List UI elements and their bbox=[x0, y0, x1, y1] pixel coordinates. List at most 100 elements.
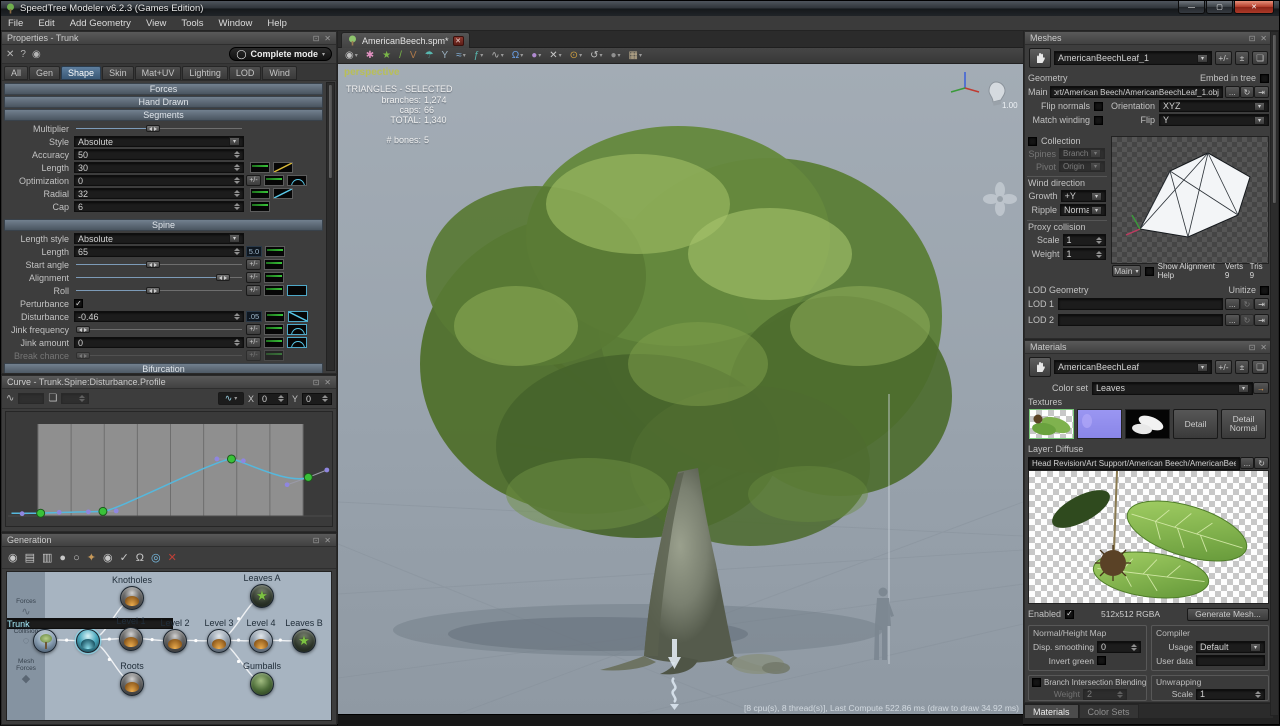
board-tool-icon[interactable]: ▦▾ bbox=[626, 49, 645, 63]
float-panel-icon[interactable]: ⊡ bbox=[313, 536, 320, 545]
document-tab[interactable]: AmericanBeech.spm* ✕ bbox=[341, 32, 470, 48]
start-angle-variance-button[interactable]: +/- bbox=[246, 259, 261, 270]
frond-tool-icon[interactable]: / bbox=[396, 49, 405, 63]
right-scrollbar[interactable] bbox=[1270, 31, 1279, 716]
length-input[interactable]: 30 bbox=[74, 162, 244, 173]
section-bifurcation[interactable]: Bifurcation bbox=[4, 363, 323, 373]
menu-file[interactable]: File bbox=[8, 18, 23, 29]
alpha-texture-thumb[interactable] bbox=[1125, 409, 1170, 439]
generate-mesh-button[interactable]: Generate Mesh... bbox=[1187, 608, 1269, 621]
gen-node-knotholes[interactable]: Knotholes bbox=[120, 586, 144, 610]
close-tab-icon[interactable]: ✕ bbox=[453, 36, 464, 46]
magnet-tool-icon[interactable]: Ω▾ bbox=[509, 49, 527, 63]
menu-add-geometry[interactable]: Add Geometry bbox=[70, 18, 131, 29]
properties-scrollbar[interactable] bbox=[326, 82, 335, 371]
mesh-preview[interactable]: Main▾ Show Alignment Help Verts 9 Tris 9 bbox=[1111, 136, 1269, 264]
generation-panel-title[interactable]: Generation ⊡ ✕ bbox=[2, 534, 336, 547]
perturbance-checkbox[interactable] bbox=[74, 299, 83, 308]
disp-smoothing-input[interactable]: 0 bbox=[1097, 641, 1141, 653]
match-winding-checkbox[interactable] bbox=[1094, 116, 1103, 125]
reload-lod2-button[interactable]: ↻ bbox=[1240, 314, 1255, 326]
pick-tool-icon[interactable]: ? bbox=[20, 49, 26, 60]
spines-select[interactable]: Branches▾ bbox=[1059, 148, 1105, 159]
pivot-select[interactable]: Origin▾ bbox=[1059, 161, 1105, 172]
select-group-alt-icon[interactable]: ▥ bbox=[42, 551, 52, 564]
maximize-button[interactable]: ▢ bbox=[1206, 1, 1233, 14]
curve-preset-select[interactable] bbox=[18, 393, 44, 404]
detail-texture-slot[interactable]: Detail bbox=[1173, 409, 1218, 439]
collection-checkbox[interactable] bbox=[1028, 137, 1037, 146]
reload-texture-button[interactable]: ↻ bbox=[1254, 457, 1269, 469]
visibility-icon[interactable]: ◉ bbox=[103, 551, 113, 564]
preview-lod-select[interactable]: Main▾ bbox=[1112, 265, 1141, 277]
jink-frequency-curve-thumb[interactable] bbox=[287, 324, 307, 335]
accuracy-input[interactable]: 50 bbox=[74, 149, 244, 160]
texture-path-field[interactable]: Head Revision/Art Support/American Beech… bbox=[1028, 457, 1240, 470]
alignment-variance-button[interactable]: +/- bbox=[246, 272, 261, 283]
roll-curve-thumb[interactable] bbox=[287, 285, 307, 296]
node-sparkle-icon[interactable]: ✱ bbox=[363, 49, 377, 63]
prop-tool-icon[interactable]: Y bbox=[439, 49, 452, 63]
curve-editor-canvas[interactable] bbox=[5, 411, 333, 527]
select-group-icon[interactable]: ▤ bbox=[25, 551, 35, 564]
sphere-view-icon[interactable]: ● bbox=[59, 552, 66, 564]
flip-normals-checkbox[interactable] bbox=[1094, 102, 1103, 111]
curve-index-input[interactable] bbox=[61, 393, 89, 404]
tab-mat-uv[interactable]: Mat+UV bbox=[135, 66, 182, 80]
menu-tools[interactable]: Tools bbox=[181, 18, 203, 29]
detail-normal-texture-slot[interactable]: Detail Normal bbox=[1221, 409, 1266, 439]
disturbance-input[interactable]: -0.46 bbox=[74, 311, 244, 322]
alignment-help-checkbox[interactable] bbox=[1145, 267, 1154, 276]
unitize-checkbox[interactable] bbox=[1260, 286, 1269, 295]
jink-amount-variance-button[interactable]: +/- bbox=[246, 337, 261, 348]
properties-panel-title[interactable]: Properties - Trunk ⊡ ✕ bbox=[2, 32, 336, 45]
lasso-select-icon[interactable]: ○ bbox=[73, 552, 80, 564]
gen-node-leaves-a[interactable]: Leaves A bbox=[250, 584, 274, 608]
umbrella-tool-icon[interactable]: ☂ bbox=[422, 49, 437, 63]
side-mesh-forces[interactable]: Mesh Forces◆ bbox=[8, 658, 44, 685]
gen-node-tree[interactable]: Tree bbox=[33, 629, 57, 653]
radial-input[interactable]: 32 bbox=[74, 188, 244, 199]
start-angle-gradient-thumb[interactable] bbox=[264, 259, 284, 270]
select-mode-icon[interactable]: ◉▾ bbox=[342, 49, 361, 63]
embed-checkbox[interactable] bbox=[1260, 74, 1269, 83]
curve-panel-title[interactable]: Curve - Trunk.Spine:Disturbance.Profile … bbox=[2, 376, 336, 389]
mesh-copy-button[interactable]: ❏ bbox=[1252, 51, 1268, 65]
tab-shape[interactable]: Shape bbox=[61, 66, 101, 80]
disturbance-gradient-thumb[interactable] bbox=[265, 311, 285, 322]
material-add-remove-button[interactable]: ± bbox=[1235, 360, 1249, 374]
hand-tool-icon[interactable]: ✦ bbox=[87, 551, 96, 564]
minimize-button[interactable]: — bbox=[1178, 1, 1205, 14]
section-spine[interactable]: Spine bbox=[4, 219, 323, 231]
browse-lod1-button[interactable]: ... bbox=[1225, 298, 1240, 310]
loop-tool-icon[interactable]: ↺▾ bbox=[587, 49, 605, 63]
material-variance-button[interactable]: +/- bbox=[1215, 360, 1232, 374]
assign-mesh-button[interactable]: ⇥ bbox=[1254, 86, 1269, 98]
roll-gradient-thumb[interactable] bbox=[264, 285, 284, 296]
title-bar[interactable]: SpeedTree Modeler v6.2.3 (Games Edition)… bbox=[1, 1, 1279, 16]
growth-select[interactable]: +Y▾ bbox=[1061, 190, 1106, 202]
alignment-slider[interactable] bbox=[74, 272, 244, 283]
gen-node-gumballs[interactable]: Gumballs bbox=[250, 672, 274, 696]
start-angle-slider[interactable] bbox=[74, 259, 244, 270]
gen-node-level4[interactable]: Level 4 bbox=[249, 629, 273, 653]
tab-lighting[interactable]: Lighting bbox=[182, 66, 228, 80]
mesh-add-remove-button[interactable]: ± bbox=[1235, 51, 1249, 65]
cap-input[interactable]: 6 bbox=[74, 201, 244, 212]
proxy-scale-input[interactable]: 1 bbox=[1063, 234, 1106, 246]
normal-texture-thumb[interactable] bbox=[1077, 409, 1122, 439]
section-hand-drawn[interactable]: Hand Drawn bbox=[4, 96, 323, 108]
optimization-gradient-thumb[interactable] bbox=[264, 175, 284, 186]
generation-graph[interactable]: Forces∿ Collision◌ Mesh Forces◆ Tree Tru… bbox=[6, 571, 332, 721]
spine-length-input[interactable]: 65 bbox=[74, 246, 244, 257]
gen-node-level3[interactable]: Level 3 bbox=[207, 629, 231, 653]
display-mode-icon[interactable]: ◉ bbox=[8, 551, 18, 564]
tab-materials[interactable]: Materials bbox=[1024, 704, 1079, 718]
invert-green-checkbox[interactable] bbox=[1097, 656, 1106, 665]
style-select[interactable]: Absolute▾ bbox=[74, 136, 244, 147]
tab-lod[interactable]: LOD bbox=[229, 66, 262, 80]
section-segments[interactable]: Segments bbox=[4, 109, 323, 121]
gen-node-trunk[interactable]: Trunk bbox=[76, 629, 100, 653]
stamp-icon[interactable]: ❏ bbox=[48, 393, 57, 404]
mesh-select[interactable]: AmericanBeechLeaf_1▾ bbox=[1054, 51, 1212, 65]
